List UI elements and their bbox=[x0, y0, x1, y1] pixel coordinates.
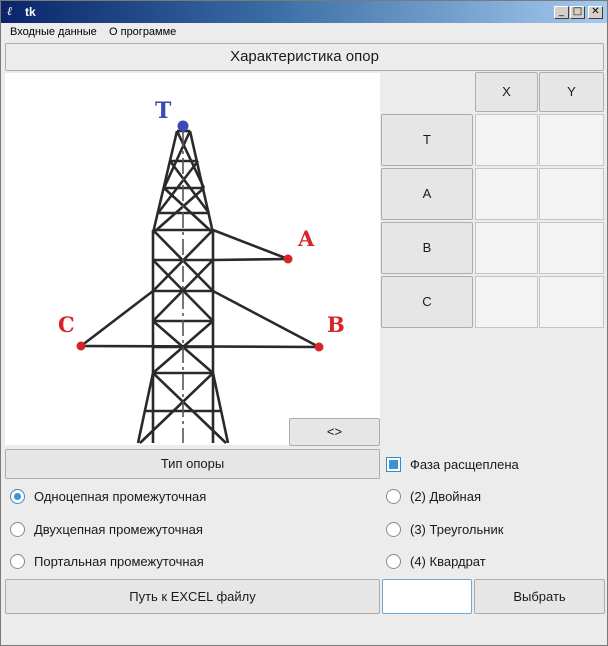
cell-b-y[interactable] bbox=[539, 222, 604, 274]
radio-portal[interactable]: Портальная промежуточная bbox=[10, 550, 204, 572]
radio-indicator[interactable] bbox=[386, 521, 401, 537]
row-header-t: T bbox=[381, 114, 473, 166]
cell-a-x[interactable] bbox=[475, 168, 538, 220]
radio-single-circuit[interactable]: Одноцепная промежуточная bbox=[10, 485, 206, 507]
radio-split-triangle[interactable]: (3) Треугольник bbox=[386, 518, 503, 540]
cell-c-x[interactable] bbox=[475, 276, 538, 328]
excel-path-input[interactable] bbox=[382, 579, 472, 614]
label-c: C bbox=[58, 312, 75, 337]
label-b: B bbox=[327, 312, 345, 337]
radio-label: Портальная промежуточная bbox=[34, 553, 204, 569]
cell-b-x[interactable] bbox=[475, 222, 538, 274]
radio-double-circuit[interactable]: Двухцепная промежуточная bbox=[10, 518, 203, 540]
radio-split-double[interactable]: (2) Двойная bbox=[386, 485, 481, 507]
row-header-c: C bbox=[381, 276, 473, 328]
tk-feather-icon: ℓ bbox=[7, 4, 12, 18]
label-a: A bbox=[297, 226, 315, 251]
point-a bbox=[283, 254, 293, 264]
point-c bbox=[76, 341, 86, 351]
radio-indicator[interactable] bbox=[386, 553, 401, 569]
cell-a-y[interactable] bbox=[539, 168, 604, 220]
menu-input-data[interactable]: Входные данные bbox=[10, 26, 97, 38]
row-header-b: B bbox=[381, 222, 473, 274]
maximize-button[interactable]: □ bbox=[570, 6, 585, 19]
row-header-a: A bbox=[381, 168, 473, 220]
point-t bbox=[177, 120, 189, 132]
page-title: Характеристика опор bbox=[5, 43, 604, 71]
table-corner bbox=[381, 72, 473, 112]
radio-label: (2) Двойная bbox=[410, 488, 482, 504]
tower-diagram: T A C B bbox=[5, 73, 380, 445]
point-b bbox=[314, 342, 324, 352]
menu-bar: Входные данные О программе bbox=[1, 23, 607, 42]
radio-indicator[interactable] bbox=[386, 488, 401, 504]
menu-about[interactable]: О программе bbox=[109, 26, 176, 38]
title-bar: ℓ tk _ □ ✕ bbox=[1, 1, 607, 23]
checkbox-label: Фаза расщеплена bbox=[410, 456, 519, 472]
window-title: tk bbox=[25, 5, 36, 19]
radio-indicator[interactable] bbox=[10, 553, 25, 569]
cell-t-x[interactable] bbox=[475, 114, 538, 166]
radio-indicator[interactable] bbox=[10, 521, 25, 537]
cell-c-y[interactable] bbox=[539, 276, 604, 328]
radio-label: Одноцепная промежуточная bbox=[34, 488, 207, 504]
radio-split-square[interactable]: (4) Квардрат bbox=[386, 550, 486, 572]
close-button[interactable]: ✕ bbox=[588, 6, 603, 19]
radio-label: Двухцепная промежуточная bbox=[34, 521, 203, 537]
swap-button[interactable]: <> bbox=[289, 418, 380, 446]
minimize-button[interactable]: _ bbox=[554, 6, 569, 19]
phase-split-checkbox[interactable]: Фаза расщеплена bbox=[386, 453, 519, 475]
checkbox-indicator[interactable] bbox=[386, 456, 401, 472]
excel-path-label: Путь к EXCEL файлу bbox=[5, 579, 380, 614]
support-type-button[interactable]: Тип опоры bbox=[5, 449, 380, 479]
radio-label: (4) Квардрат bbox=[410, 553, 486, 569]
col-header-x: X bbox=[475, 72, 538, 112]
app-window: ℓ tk _ □ ✕ Входные данные О программе Ха… bbox=[0, 0, 608, 646]
label-t: T bbox=[155, 98, 172, 124]
choose-file-button[interactable]: Выбрать bbox=[474, 579, 605, 614]
cell-t-y[interactable] bbox=[539, 114, 604, 166]
radio-label: (3) Треугольник bbox=[410, 521, 504, 537]
radio-indicator[interactable] bbox=[10, 488, 25, 504]
col-header-y: Y bbox=[539, 72, 604, 112]
tower-structure bbox=[80, 129, 320, 444]
